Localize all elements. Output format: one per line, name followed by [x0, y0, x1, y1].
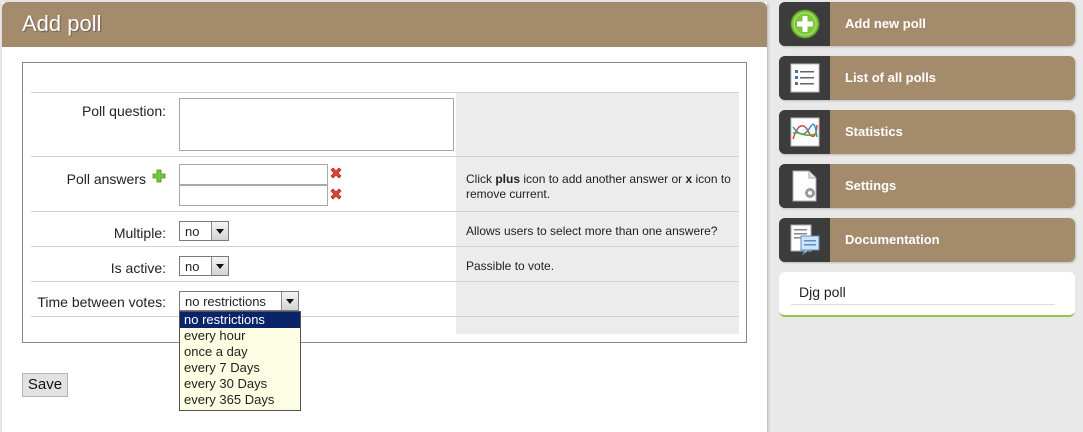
sidebar-item-list-of-all-polls[interactable]: List of all polls — [779, 56, 1075, 100]
time-select-value: no restrictions — [185, 294, 266, 309]
dropdown-option[interactable]: no restrictions — [180, 312, 300, 328]
multiple-select-value: no — [185, 224, 200, 239]
multiple-help-text: Allows users to select more than one ans… — [466, 224, 718, 238]
icon-box — [779, 2, 830, 46]
main-panel: Add poll Poll question: Poll answers Cli… — [2, 2, 767, 432]
chevron-down-icon — [211, 257, 228, 275]
sidebar-item-statistics[interactable]: Statistics — [779, 110, 1075, 154]
save-button[interactable]: Save — [22, 373, 68, 397]
is-active-help-text: Passible to vote. — [466, 259, 555, 273]
sidebar-item-label: List of all polls — [845, 70, 937, 85]
help-column — [456, 93, 739, 334]
divider — [791, 304, 1055, 305]
multiple-select[interactable]: no — [179, 221, 229, 241]
is-active-select[interactable]: no — [179, 256, 229, 276]
remove-answer-x-icon[interactable] — [329, 187, 343, 201]
divider — [31, 156, 739, 157]
icon-box — [779, 164, 830, 208]
remove-answer-x-icon[interactable] — [329, 166, 343, 180]
icon-box — [779, 56, 830, 100]
poll-answers-label: Poll answers — [66, 171, 146, 187]
sidebar-item-documentation[interactable]: Documentation — [779, 218, 1075, 262]
answer-input-1[interactable] — [179, 164, 328, 185]
sidebar-item-label: Settings — [845, 178, 897, 193]
list-icon — [790, 63, 820, 93]
documentation-icon — [790, 224, 820, 256]
divider — [31, 92, 739, 93]
icon-box — [779, 110, 830, 154]
poll-question-input[interactable] — [179, 98, 454, 151]
dropdown-option[interactable]: every 365 Days — [180, 392, 300, 408]
poll-question-label: Poll question: — [81, 103, 166, 119]
dropdown-option[interactable]: every hour — [180, 328, 300, 344]
sidebar-item-label: Statistics — [845, 124, 903, 139]
dropdown-option[interactable]: every 30 Days — [180, 376, 300, 392]
divider — [31, 246, 739, 247]
chevron-down-icon — [281, 292, 298, 310]
sidebar-item-label: Documentation — [845, 232, 940, 247]
poll-form: Poll question: Poll answers Click plus i… — [22, 62, 747, 343]
sidebar-item-settings[interactable]: Settings — [779, 164, 1075, 208]
add-circle-icon — [790, 9, 820, 39]
is-active-select-value: no — [185, 259, 200, 274]
icon-box — [779, 218, 830, 262]
page-title: Add poll — [22, 11, 102, 36]
title-bar: Add poll — [2, 2, 767, 47]
chevron-down-icon — [211, 222, 228, 240]
answer-input-2[interactable] — [179, 185, 328, 206]
is-active-label: Is active: — [110, 260, 166, 276]
settings-document-icon — [792, 170, 817, 202]
djg-poll-widget: Djg poll — [779, 272, 1075, 317]
divider — [31, 316, 739, 317]
dropdown-option[interactable]: once a day — [180, 344, 300, 360]
time-between-votes-label: Time between votes: — [37, 294, 166, 310]
sidebar-item-add-new-poll[interactable]: Add new poll — [779, 2, 1075, 46]
time-between-votes-select[interactable]: no restrictions — [179, 291, 299, 311]
dropdown-option[interactable]: every 7 Days — [180, 360, 300, 376]
divider — [31, 281, 739, 282]
add-answer-plus-icon[interactable] — [152, 169, 166, 183]
divider — [31, 211, 739, 212]
chart-icon — [790, 117, 820, 147]
answers-help-text: Click plus icon to add another answer or… — [466, 172, 731, 201]
sidebar-item-label: Add new poll — [845, 16, 926, 31]
multiple-label: Multiple: — [113, 225, 166, 241]
time-between-votes-dropdown: no restrictions every hour once a day ev… — [179, 311, 301, 411]
widget-title: Djg poll — [799, 284, 846, 300]
